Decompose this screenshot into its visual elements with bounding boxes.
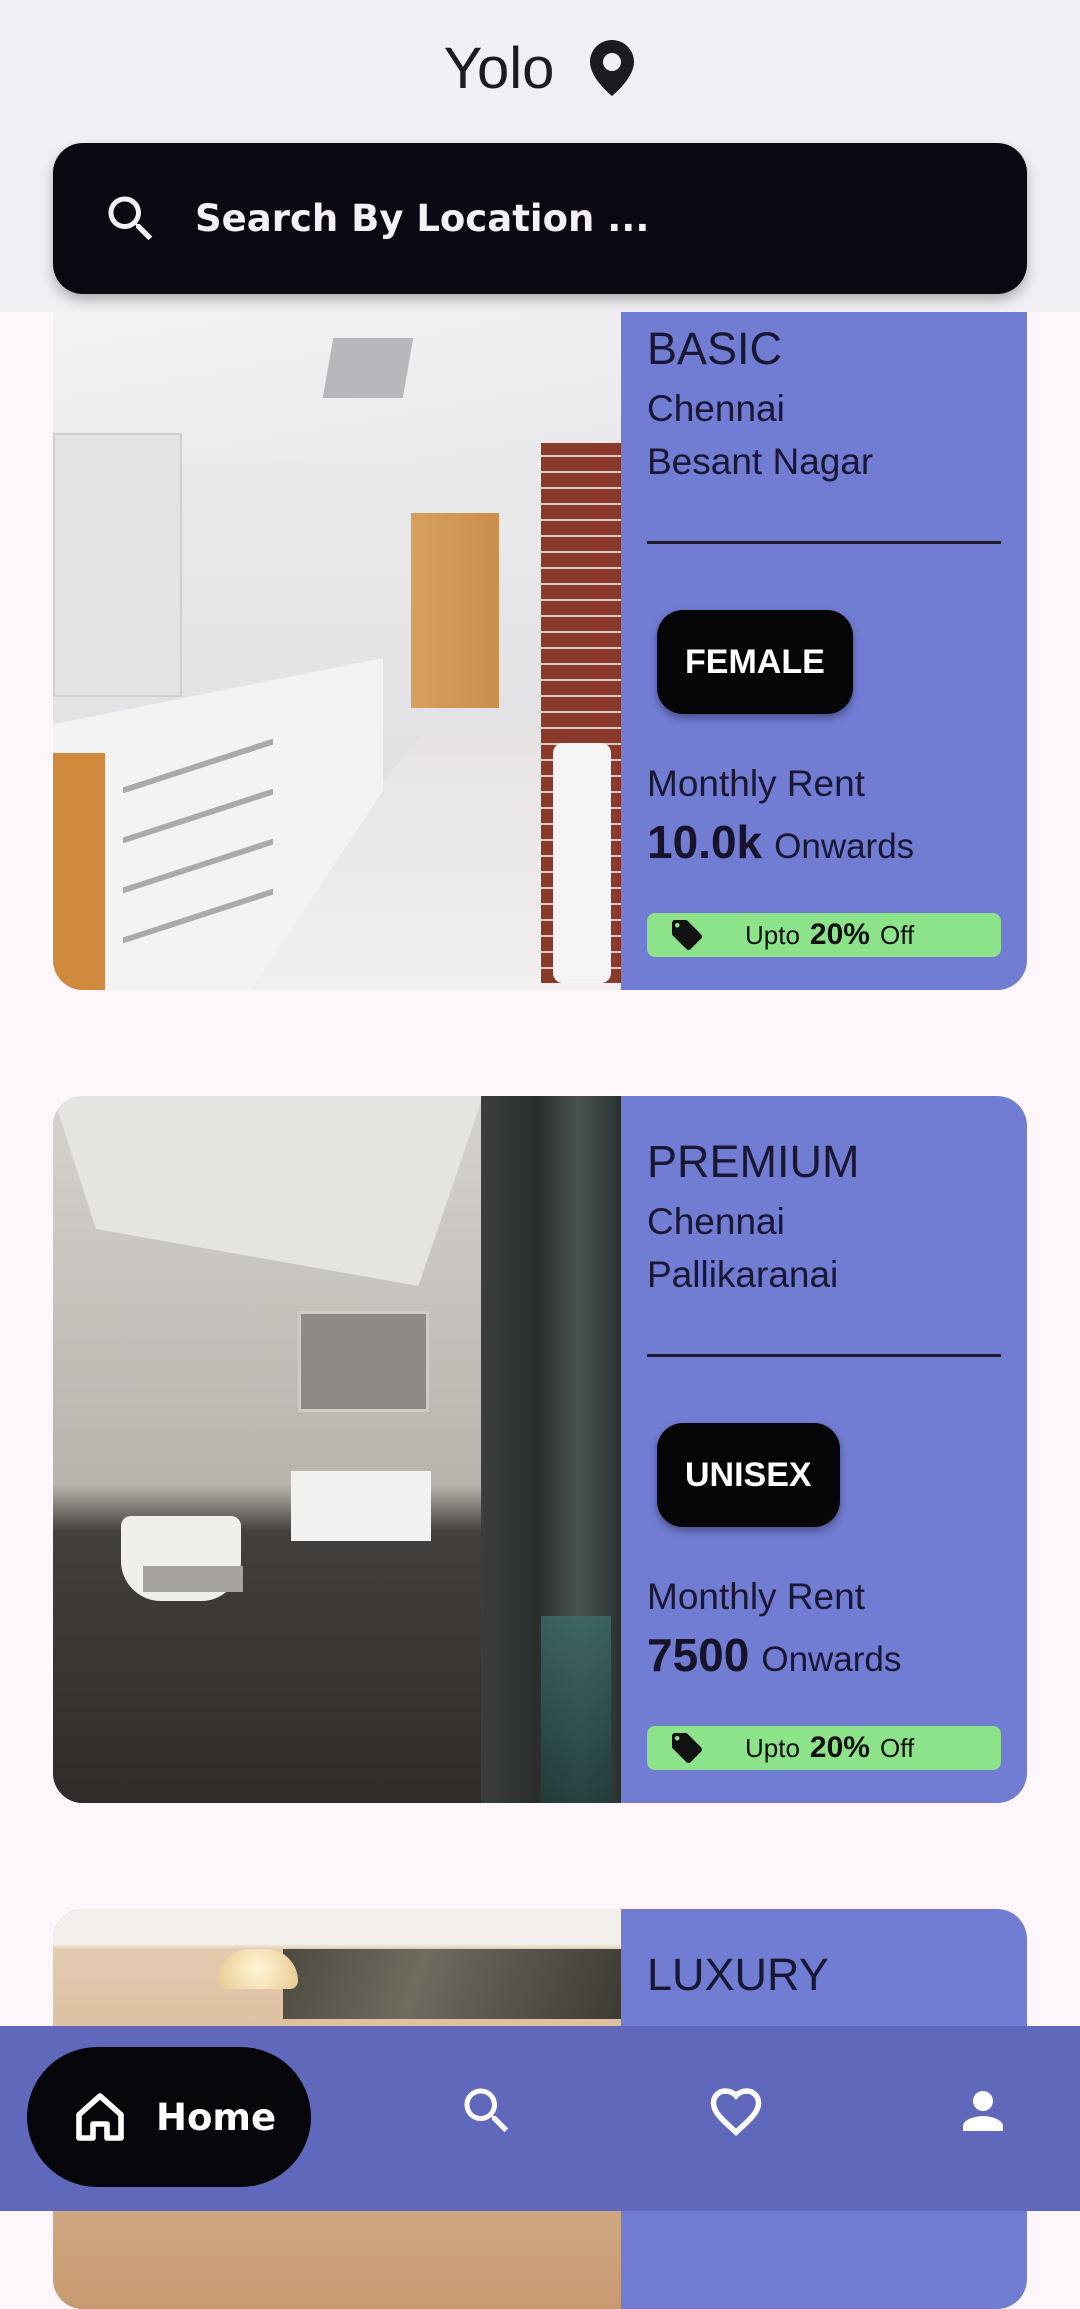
listing-city: Chennai [647, 1201, 785, 1242]
app-title: Yolo [443, 35, 555, 101]
listing-tier: LUXURY [647, 1949, 829, 2000]
offer-badge: Upto 20% Off [647, 913, 1001, 957]
tag-icon [672, 1733, 702, 1763]
bottom-nav: Home [0, 2026, 1080, 2211]
rent-label: Monthly Rent [647, 1576, 865, 1617]
search-placeholder[interactable]: Search By Location ... [195, 197, 649, 240]
gender-badge: FEMALE [657, 610, 853, 714]
offer-prefix: Upto [745, 919, 800, 950]
offer-badge: Upto 20% Off [647, 1726, 1001, 1770]
listing-info: PREMIUM Chennai Pallikaranai UNISEX Mont… [621, 1096, 1027, 1803]
listing-area: Besant Nagar [647, 441, 874, 482]
search-bar[interactable]: Search By Location ... [53, 143, 1027, 294]
listing-photo [53, 1096, 621, 1803]
listing-tier: BASIC [647, 323, 783, 374]
rent-label: Monthly Rent [647, 763, 865, 804]
listing-card[interactable]: PREMIUM Chennai Pallikaranai UNISEX Mont… [53, 1096, 1027, 1803]
listing-city: Chennai [647, 388, 785, 429]
offer-suffix: Off [879, 919, 915, 950]
listing-photo [53, 283, 621, 990]
search-icon [108, 196, 153, 240]
offer-prefix: Upto [745, 1732, 800, 1763]
offer-percent: 20% [809, 918, 870, 951]
rent-row: 7500 Onwards [647, 1628, 901, 1682]
rent-value: 7500 [647, 1629, 750, 1681]
gender-badge: UNISEX [657, 1423, 840, 1527]
nav-heart-icon[interactable] [706, 2081, 766, 2141]
location-pin-icon[interactable] [588, 40, 636, 96]
app-header: Yolo Search By Location ... [0, 0, 1080, 312]
tag-icon [672, 920, 702, 950]
divider [647, 541, 1001, 544]
listing-info: BASIC Chennai Besant Nagar FEMALE Monthl… [621, 283, 1027, 990]
offer-percent: 20% [809, 1731, 870, 1764]
listing-area: Pallikaranai [647, 1254, 839, 1295]
divider [647, 1354, 1001, 1357]
rent-suffix: Onwards [761, 1640, 902, 1679]
listing-card[interactable]: BASIC Chennai Besant Nagar FEMALE Monthl… [53, 283, 1027, 990]
nav-search-icon[interactable] [457, 2081, 517, 2141]
offer-suffix: Off [879, 1732, 915, 1763]
rent-value: 10.0k [647, 816, 763, 868]
nav-profile-icon[interactable] [953, 2081, 1013, 2141]
title-row: Yolo [0, 28, 1080, 108]
listing-list[interactable]: BASIC Chennai Besant Nagar FEMALE Monthl… [0, 0, 1080, 2309]
home-icon [76, 2093, 124, 2141]
rent-row: 10.0k Onwards [647, 815, 914, 869]
rent-suffix: Onwards [774, 827, 915, 866]
listing-tier: PREMIUM [647, 1136, 860, 1187]
nav-home-label: Home [156, 2095, 277, 2139]
nav-home-button[interactable]: Home [27, 2047, 311, 2187]
